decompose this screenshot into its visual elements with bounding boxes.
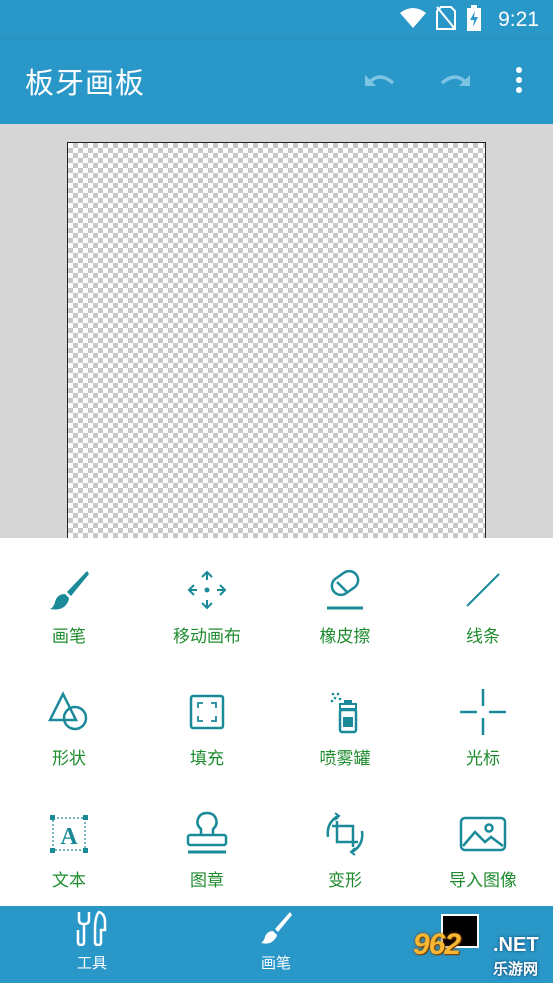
- line-icon: [459, 566, 507, 614]
- status-bar: 9:21: [0, 0, 553, 40]
- svg-text:A: A: [60, 824, 78, 850]
- tool-label: 形状: [52, 749, 86, 769]
- drawing-canvas[interactable]: [67, 142, 486, 562]
- tool-line[interactable]: 线条: [414, 560, 552, 670]
- brush-icon: [45, 566, 93, 614]
- undo-icon: [363, 69, 397, 95]
- tool-label: 图章: [190, 871, 224, 891]
- canvas-area: [0, 124, 553, 562]
- redo-button[interactable]: [433, 60, 477, 104]
- transform-icon: [321, 810, 369, 858]
- status-icons: 9:21: [400, 5, 539, 35]
- tool-eraser[interactable]: 橡皮擦: [276, 560, 414, 670]
- brush-icon: [259, 910, 293, 950]
- tool-label: 橡皮擦: [319, 627, 371, 647]
- tool-transform[interactable]: 变形: [276, 804, 414, 914]
- watermark-logo: 962 .NET 乐游网: [413, 928, 549, 978]
- watermark-logo-site: 乐游网: [493, 960, 539, 978]
- tool-move-canvas[interactable]: 移动画布: [138, 560, 276, 670]
- spray-can-icon: [321, 688, 369, 736]
- tool-import-image[interactable]: 导入图像: [414, 804, 552, 914]
- nav-tools-label: 工具: [76, 954, 107, 972]
- shapes-icon: [45, 688, 93, 736]
- tools-icon: [75, 910, 109, 950]
- crosshair-icon: [459, 688, 507, 736]
- tool-label: 移动画布: [173, 627, 241, 647]
- tool-panel: 画笔 移动画布 橡皮擦 线条 形状 填充 喷雾罐 光标 A 文本 图章 变形 导…: [0, 538, 553, 906]
- tool-crosshair[interactable]: 光标: [414, 682, 552, 792]
- app-bar: 板牙画板: [0, 40, 553, 124]
- tool-label: 画笔: [52, 627, 86, 647]
- tool-label: 光标: [466, 749, 500, 769]
- more-vert-icon: [515, 67, 523, 97]
- text-icon: A: [45, 810, 93, 858]
- undo-button[interactable]: [358, 60, 402, 104]
- watermark-logo-number: 962: [413, 928, 461, 961]
- redo-icon: [438, 69, 472, 95]
- battery-charging-icon: [466, 5, 482, 35]
- tool-label: 文本: [52, 871, 86, 891]
- tool-shapes[interactable]: 形状: [0, 682, 138, 792]
- nav-brush-label: 画笔: [260, 954, 291, 972]
- status-time: 9:21: [498, 8, 539, 31]
- tool-label: 喷雾罐: [319, 749, 371, 769]
- import-image-icon: [459, 810, 507, 858]
- eraser-icon: [321, 566, 369, 614]
- tool-text[interactable]: A 文本: [0, 804, 138, 914]
- fill-icon: [183, 688, 231, 736]
- stamp-icon: [183, 810, 231, 858]
- tool-label: 变形: [328, 871, 362, 891]
- no-sim-icon: [436, 6, 457, 34]
- tool-brush[interactable]: 画笔: [0, 560, 138, 670]
- tool-spray-can[interactable]: 喷雾罐: [276, 682, 414, 792]
- tool-label: 导入图像: [449, 871, 517, 891]
- app-title: 板牙画板: [25, 66, 146, 100]
- watermark-logo-net: .NET: [493, 934, 539, 956]
- tool-stamp[interactable]: 图章: [138, 804, 276, 914]
- nav-brush[interactable]: 画笔: [231, 910, 321, 980]
- wifi-icon: [400, 7, 427, 33]
- tool-fill[interactable]: 填充: [138, 682, 276, 792]
- move-canvas-icon: [183, 566, 231, 614]
- tool-label: 填充: [190, 749, 224, 769]
- more-options-button[interactable]: [497, 60, 541, 104]
- tool-label: 线条: [466, 627, 500, 647]
- nav-tools[interactable]: 工具: [47, 910, 137, 980]
